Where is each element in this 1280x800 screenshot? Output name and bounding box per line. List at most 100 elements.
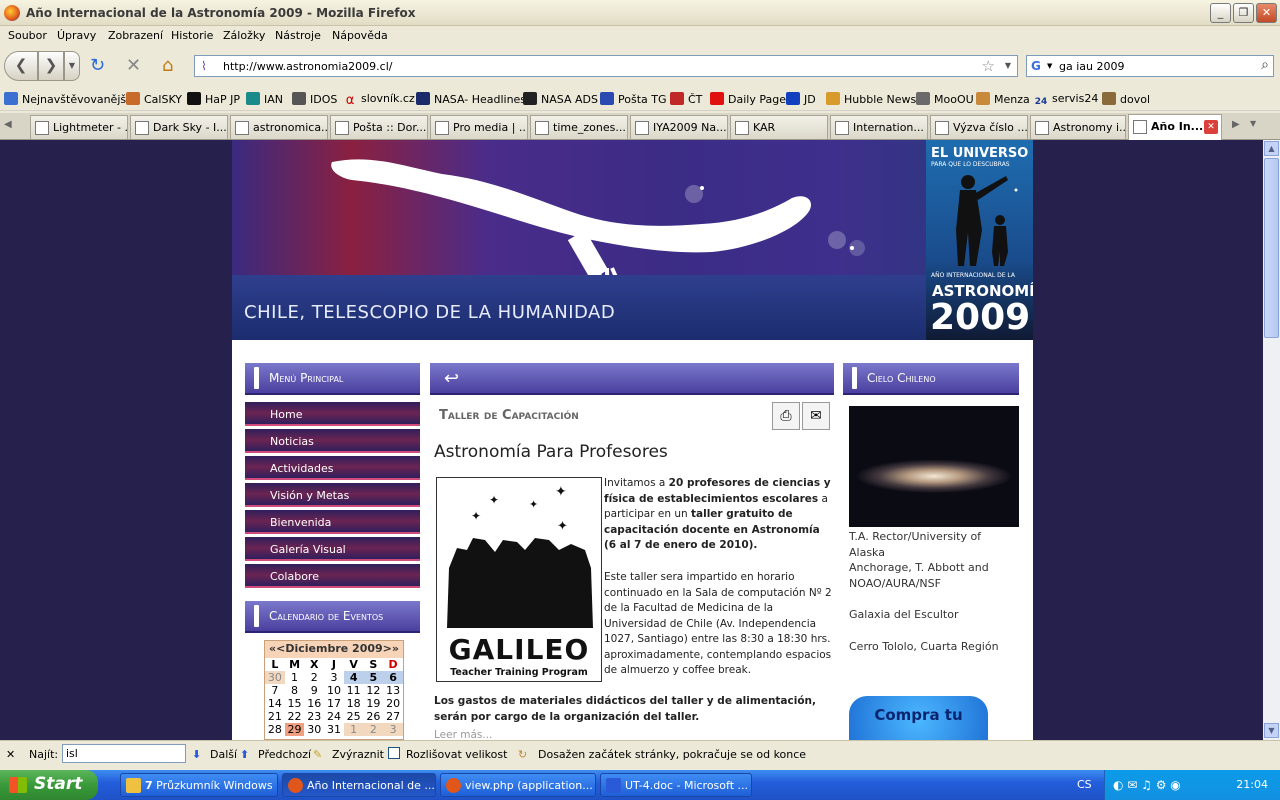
taskbar-item[interactable]: 7 Průzkumník Windows — [120, 773, 278, 797]
calendar-day[interactable]: 1 — [343, 723, 364, 736]
restore-button[interactable]: ❐ — [1233, 3, 1254, 23]
tab-item[interactable]: KAR — [730, 115, 828, 139]
back-button[interactable]: ❮ — [4, 51, 38, 81]
calendar-day[interactable]: 2 — [363, 723, 384, 736]
menu-item-noticias[interactable]: Noticias — [245, 429, 420, 453]
search-box[interactable]: G ▼ ga iau 2009 ⌕ — [1026, 55, 1274, 77]
bookmark-star-icon[interactable]: ☆ — [982, 57, 995, 75]
menu-file[interactable]: Soubor — [8, 29, 47, 42]
bookmark-item[interactable]: Hubble News — [826, 92, 916, 106]
calendar-day[interactable]: 19 — [364, 697, 384, 710]
tab-scroll-left-icon[interactable]: ◀ — [4, 119, 12, 130]
calendar-day[interactable]: 17 — [324, 697, 344, 710]
email-button[interactable]: ✉ — [802, 402, 830, 430]
bookmark-item[interactable]: ČT — [670, 92, 702, 106]
calendar-day[interactable]: 1 — [285, 671, 305, 684]
tab-item[interactable]: Pošta :: Dor... — [330, 115, 428, 139]
bookmark-item[interactable]: IDOS — [292, 92, 337, 106]
stop-icon[interactable]: ✕ — [126, 56, 141, 76]
bookmark-item[interactable]: CalSKY — [126, 92, 182, 106]
calendar-day[interactable]: 31 — [324, 723, 344, 736]
tab-item[interactable]: Výzva číslo ... — [930, 115, 1028, 139]
calendar-day[interactable]: 25 — [344, 710, 364, 723]
print-button[interactable]: ⎙ — [772, 402, 800, 430]
tab-item[interactable]: Dark Sky - I... — [130, 115, 228, 139]
calendar-day[interactable]: 5 — [363, 671, 384, 684]
read-more-link[interactable]: Leer más... — [434, 728, 492, 740]
close-window-button[interactable]: ✕ — [1256, 3, 1277, 23]
menu-bookmarks[interactable]: Záložky — [223, 29, 265, 42]
calendar-day[interactable]: 24 — [324, 710, 344, 723]
calendar-day[interactable]: 22 — [285, 710, 305, 723]
menu-item-home[interactable]: Home — [245, 402, 420, 426]
taskbar-item[interactable]: UT-4.doc - Microsoft ... — [600, 773, 752, 797]
calendar-day[interactable]: 14 — [265, 697, 285, 710]
bookmark-item[interactable]: IAN — [246, 92, 283, 106]
start-button[interactable]: Start — [0, 770, 98, 800]
calendar-day-today[interactable]: 29 — [284, 723, 305, 736]
tab-item[interactable]: Pro media | ... — [430, 115, 528, 139]
galaxy-image[interactable] — [849, 406, 1019, 527]
reload-icon[interactable]: ↻ — [90, 56, 105, 76]
return-arrow-icon[interactable]: ↩ — [444, 368, 459, 389]
home-icon[interactable]: ⌂ — [162, 56, 173, 76]
highlight-button[interactable]: Zvýraznit — [332, 748, 384, 761]
calendar-day[interactable]: 10 — [324, 684, 344, 697]
forward-button[interactable]: ❯ — [38, 51, 64, 81]
menu-history[interactable]: Historie — [171, 29, 213, 42]
calendar-month-nav[interactable]: «<Diciembre 2009>» — [265, 641, 403, 658]
taskbar-item[interactable]: view.php (application... — [440, 773, 596, 797]
tab-item[interactable]: Astronomy i... — [1030, 115, 1126, 139]
calendar-day[interactable]: 21 — [265, 710, 285, 723]
calendar-day[interactable]: 11 — [344, 684, 364, 697]
calendar-day[interactable]: 20 — [383, 697, 403, 710]
url-bar[interactable]: ⌇ http://www.astronomia2009.cl/ ☆ ▼ — [194, 55, 1018, 77]
buy-galileoscope-button[interactable]: Compra tu — [849, 696, 988, 740]
menu-view[interactable]: Zobrazení — [108, 29, 163, 42]
calendar-day[interactable]: 3 — [383, 723, 403, 736]
calendar-day[interactable]: 26 — [364, 710, 384, 723]
close-tab-icon[interactable]: ✕ — [1204, 120, 1218, 134]
close-find-icon[interactable]: ✕ — [6, 748, 15, 761]
calendar-day[interactable]: 28 — [265, 723, 285, 736]
find-next-button[interactable]: Další — [210, 748, 237, 761]
find-prev-button[interactable]: Předchozí — [258, 748, 311, 761]
calendar-day[interactable]: 4 — [343, 671, 364, 684]
bookmark-item[interactable]: Menza — [976, 92, 1030, 106]
calendar-day[interactable]: 30 — [304, 723, 324, 736]
find-input[interactable] — [62, 744, 186, 763]
bookmark-item[interactable]: Daily Page — [710, 92, 786, 106]
calendar-day[interactable]: 9 — [304, 684, 324, 697]
calendar-day[interactable]: 7 — [265, 684, 285, 697]
scroll-down-icon[interactable]: ▼ — [1264, 723, 1279, 738]
scroll-up-icon[interactable]: ▲ — [1264, 141, 1279, 156]
magnifier-icon[interactable]: ⌕ — [1261, 57, 1269, 73]
calendar-day[interactable]: 6 — [383, 671, 403, 684]
tab-item-active[interactable]: Año In... ✕ — [1128, 114, 1222, 140]
tab-item[interactable]: astronomica... — [230, 115, 328, 139]
bookmark-item[interactable]: HaP JP — [187, 92, 240, 106]
tab-list-icon[interactable]: ▼ — [1250, 119, 1256, 128]
vertical-scrollbar[interactable]: ▲ ▼ — [1263, 140, 1280, 740]
bookmark-item[interactable]: Nejnavštěvovanější — [4, 92, 129, 106]
url-dropdown-icon[interactable]: ▼ — [1005, 61, 1011, 70]
bookmark-item[interactable]: Pošta TG — [600, 92, 667, 106]
scroll-thumb[interactable] — [1264, 158, 1279, 338]
calendar-day[interactable]: 13 — [383, 684, 403, 697]
menu-item-colabore[interactable]: Colabore — [245, 564, 420, 588]
iya-promo[interactable]: EL UNIVERSO PARA QUE LO DESCUBRAS AÑO IN… — [926, 140, 1033, 340]
calendar-day[interactable]: 18 — [344, 697, 364, 710]
match-case-checkbox[interactable] — [388, 747, 400, 759]
bookmark-item[interactable]: MooOU — [916, 92, 974, 106]
calendar-day[interactable]: 3 — [324, 671, 344, 684]
menu-help[interactable]: Nápověda — [332, 29, 388, 42]
calendar-day[interactable]: 15 — [285, 697, 305, 710]
calendar-day[interactable]: 8 — [285, 684, 305, 697]
bookmark-item[interactable]: α slovník.cz — [343, 92, 415, 107]
minimize-button[interactable]: _ — [1210, 3, 1231, 23]
calendar-day[interactable]: 2 — [304, 671, 324, 684]
bookmark-item[interactable]: 24 servis24 — [1034, 92, 1099, 109]
menu-edit[interactable]: Úpravy — [57, 29, 96, 42]
search-engine-dropdown-icon[interactable]: ▼ — [1047, 62, 1052, 70]
menu-item-vision[interactable]: Visión y Metas — [245, 483, 420, 507]
